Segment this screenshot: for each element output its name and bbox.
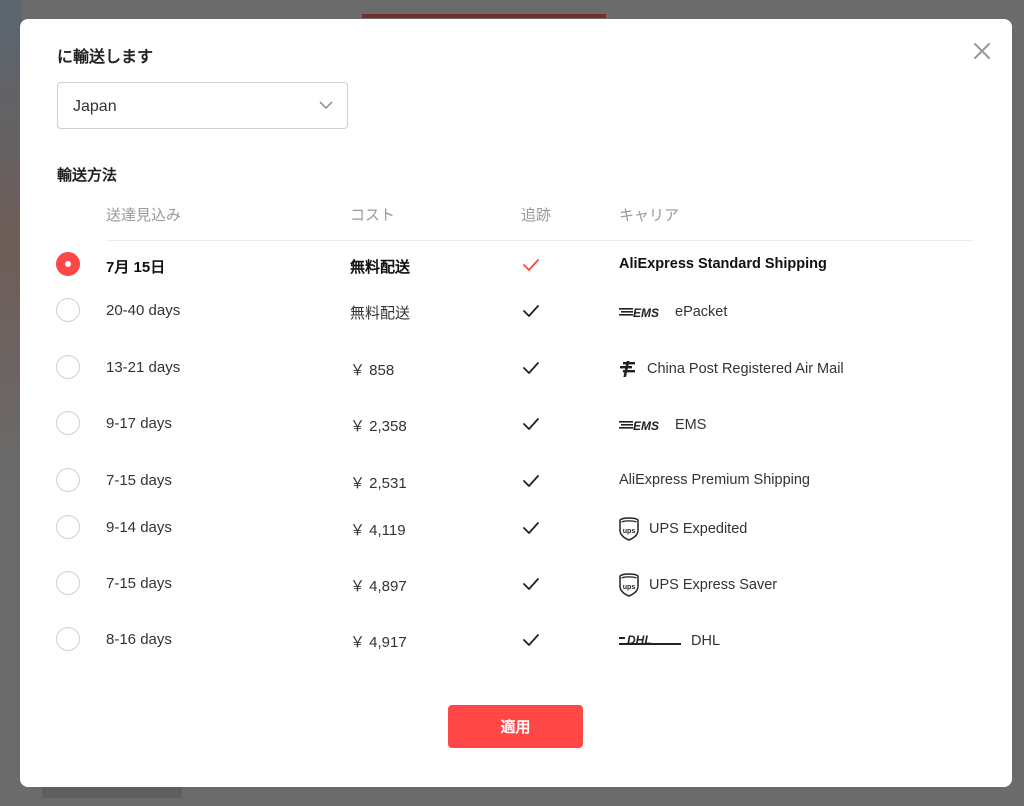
dhl-logo: DHL bbox=[619, 634, 681, 648]
shipping-option-row[interactable]: 7-15 days ￥ 4,897 ups UPS Express Saver bbox=[20, 564, 1012, 608]
shipping-dialog: に輸送します Japan 輸送方法 送達見込み コスト 追跡 キャリア 7月 1… bbox=[20, 19, 1012, 787]
delivery-estimate: 7月 15日 bbox=[106, 259, 166, 276]
column-header-carrier: キャリア bbox=[619, 207, 680, 224]
shipping-option-radio[interactable] bbox=[56, 252, 80, 276]
carrier-name: AliExpress Premium Shipping bbox=[619, 472, 810, 488]
carrier: China Post Registered Air Mail bbox=[619, 354, 844, 384]
carrier: EMS EMS bbox=[619, 410, 706, 440]
shipping-option-radio[interactable] bbox=[56, 355, 80, 379]
column-header-tracking: 追跡 bbox=[521, 207, 552, 224]
svg-text:ups: ups bbox=[623, 584, 636, 591]
carrier: AliExpress Standard Shipping bbox=[619, 256, 827, 272]
background-tab-indicator bbox=[362, 14, 606, 18]
tracking-check-icon bbox=[522, 417, 540, 431]
background-text bbox=[42, 786, 192, 800]
svg-text:ups: ups bbox=[623, 528, 636, 535]
delivery-estimate: 7-15 days bbox=[106, 575, 172, 592]
svg-text:EMS: EMS bbox=[633, 306, 659, 319]
shipping-option-row[interactable]: 7-15 days ￥ 2,531 AliExpress Premium Shipp… bbox=[20, 461, 1012, 505]
close-button[interactable] bbox=[971, 40, 993, 62]
ems-logo: EMS bbox=[619, 418, 665, 432]
tracking-check-icon bbox=[522, 577, 540, 591]
shipping-option-row[interactable]: 9-14 days ￥ 4,119 ups UPS Expedited bbox=[20, 508, 1012, 552]
apply-button[interactable]: 適用 bbox=[448, 705, 583, 748]
shipping-cost: 無料配送 bbox=[350, 259, 411, 276]
tracking-check-icon bbox=[522, 521, 540, 535]
ups-logo: ups bbox=[619, 573, 639, 597]
svg-text:DHL: DHL bbox=[627, 634, 652, 647]
shipping-option-radio[interactable] bbox=[56, 411, 80, 435]
tracking-check-icon bbox=[522, 633, 540, 647]
tracking-check-icon bbox=[522, 361, 540, 375]
delivery-estimate: 13-21 days bbox=[106, 359, 181, 376]
carrier-name: ePacket bbox=[675, 304, 728, 320]
shipping-option-row[interactable]: 13-21 days ￥ 858 China Post Registered Air… bbox=[20, 348, 1012, 392]
shipping-option-radio[interactable] bbox=[56, 571, 80, 595]
header-divider bbox=[106, 240, 974, 241]
shipping-cost: ￥ 2,531 bbox=[350, 475, 407, 492]
shipping-option-row[interactable]: 20-40 days 無料配送 EMS ePacket bbox=[20, 291, 1012, 335]
carrier-name: EMS bbox=[675, 417, 707, 433]
shipping-cost: ￥ 4,119 bbox=[350, 522, 406, 539]
delivery-estimate: 9-14 days bbox=[106, 519, 172, 536]
shipping-cost: ￥ 858 bbox=[350, 362, 395, 379]
shipping-option-radio[interactable] bbox=[56, 468, 80, 492]
carrier-name: UPS Expedited bbox=[649, 521, 748, 537]
carrier: DHL DHL bbox=[619, 626, 720, 656]
shipping-cost: 無料配送 bbox=[350, 305, 411, 322]
delivery-estimate: 20-40 days bbox=[106, 302, 181, 319]
svg-text:EMS: EMS bbox=[633, 419, 659, 432]
delivery-estimate: 7-15 days bbox=[106, 472, 172, 489]
ems-logo: EMS bbox=[619, 305, 665, 319]
shipping-cost: ￥ 4,917 bbox=[350, 634, 407, 651]
shipping-cost: ￥ 2,358 bbox=[350, 418, 407, 435]
shipping-option-row[interactable]: 8-16 days ￥ 4,917 DHL DHL bbox=[20, 620, 1012, 664]
background-product-image bbox=[0, 0, 22, 480]
china-post-logo bbox=[619, 360, 637, 378]
carrier-name: DHL bbox=[691, 633, 721, 649]
shipping-option-radio[interactable] bbox=[56, 627, 80, 651]
country-select[interactable]: Japan bbox=[57, 82, 348, 129]
shipping-option-radio[interactable] bbox=[56, 515, 80, 539]
carrier: ups UPS Expedited bbox=[619, 514, 747, 544]
carrier-name: China Post Registered Air Mail bbox=[647, 361, 844, 377]
shipping-option-row[interactable]: 9-17 days ￥ 2,358 EMS EMS bbox=[20, 404, 1012, 448]
delivery-estimate: 9-17 days bbox=[106, 415, 172, 432]
tracking-check-icon bbox=[522, 474, 540, 488]
country-select-value: Japan bbox=[73, 98, 117, 115]
column-header-cost: コスト bbox=[350, 207, 396, 224]
dialog-title: に輸送します bbox=[57, 49, 154, 66]
shipping-option-row[interactable]: 7月 15日 無料配送 AliExpress Standard Shipping bbox=[20, 245, 1012, 289]
tracking-check-icon bbox=[522, 304, 540, 318]
tracking-check-icon bbox=[522, 258, 540, 272]
section-title: 輸送方法 bbox=[57, 167, 118, 184]
column-header-delivery: 送達見込み bbox=[106, 207, 182, 224]
chevron-down-icon bbox=[319, 101, 333, 110]
carrier: AliExpress Premium Shipping bbox=[619, 472, 810, 488]
shipping-cost: ￥ 4,897 bbox=[350, 578, 407, 595]
carrier: EMS ePacket bbox=[619, 297, 727, 327]
carrier-name: AliExpress Standard Shipping bbox=[619, 256, 827, 272]
ups-logo: ups bbox=[619, 517, 639, 541]
shipping-option-radio[interactable] bbox=[56, 298, 80, 322]
carrier-name: UPS Express Saver bbox=[649, 577, 778, 593]
carrier: ups UPS Express Saver bbox=[619, 570, 777, 600]
close-icon bbox=[974, 43, 990, 59]
delivery-estimate: 8-16 days bbox=[106, 631, 172, 648]
